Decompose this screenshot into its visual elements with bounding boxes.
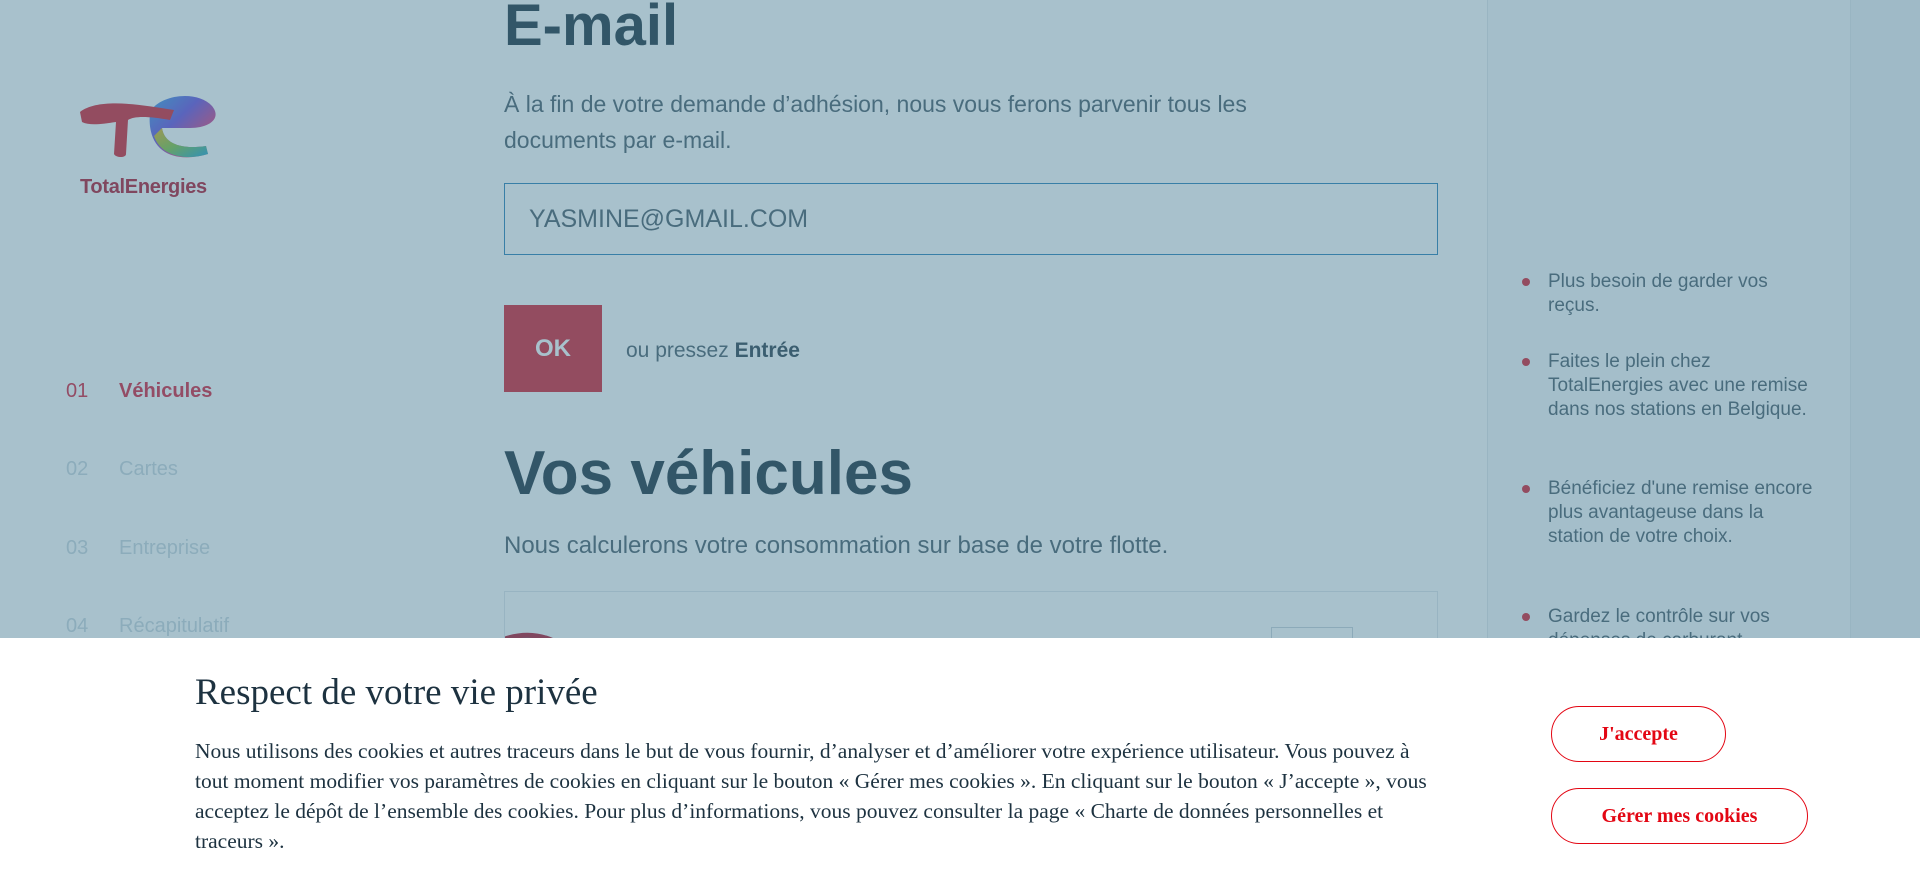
cookie-title: Respect de votre vie privée (195, 672, 598, 713)
manage-cookies-button[interactable]: Gérer mes cookies (1551, 788, 1808, 844)
accept-cookies-button[interactable]: J'accepte (1551, 706, 1726, 762)
cookie-text: Nous utilisons des cookies et autres tra… (195, 739, 1427, 853)
cookie-banner: Respect de votre vie privée Nous utiliso… (0, 638, 1920, 880)
